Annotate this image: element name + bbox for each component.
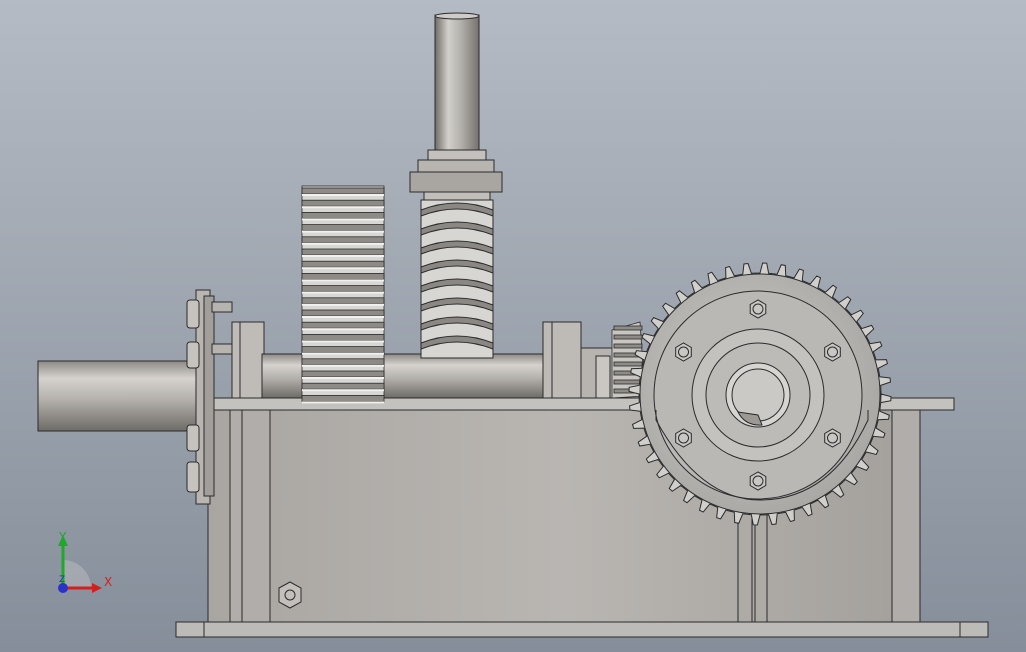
gear-tooth-highlight (302, 352, 384, 355)
gear-tooth (301, 358, 385, 366)
gear-tooth-highlight (302, 364, 384, 367)
gear-tooth (301, 321, 385, 329)
pinion-tooth (613, 325, 643, 331)
gear-tooth-highlight (302, 230, 384, 233)
gear-tooth (301, 285, 385, 293)
gear-tooth (301, 236, 385, 244)
x-axis-label: X (104, 575, 112, 589)
gear-tooth (301, 370, 385, 378)
gear-tooth-highlight (302, 328, 384, 331)
gear-tooth (301, 260, 385, 268)
pinion-tooth (613, 334, 643, 340)
gear-tooth (301, 309, 385, 317)
3d-model-viewport[interactable]: Y X Z (0, 0, 1026, 652)
gear-tooth-highlight (302, 340, 384, 343)
gear-tooth-highlight (302, 401, 384, 404)
y-axis-label: Y (58, 530, 67, 544)
z-axis-label: Z (59, 575, 65, 585)
gear-tooth-highlight (302, 279, 384, 282)
gear-tooth-highlight (302, 194, 384, 196)
gear-tooth (301, 272, 385, 280)
gear-tooth-highlight (302, 206, 384, 209)
spur-gear (301, 185, 385, 404)
gear-tooth (301, 199, 385, 207)
gear-tooth (301, 333, 385, 341)
x-axis-head (92, 583, 102, 593)
gear-tooth-highlight (302, 316, 384, 318)
triad-base-icon (63, 560, 91, 588)
gear-tooth (301, 346, 385, 354)
gear-tooth-highlight (302, 255, 384, 257)
pinion-tooth (613, 343, 643, 349)
gearbox-assembly-model[interactable] (0, 0, 1026, 652)
gear-tooth-highlight (302, 242, 384, 245)
gear-tooth-highlight (302, 291, 384, 294)
drain-plug (278, 581, 302, 609)
gear-tooth (301, 187, 385, 195)
base-plate (175, 621, 989, 638)
coordinate-triad: Y X Z (58, 530, 112, 593)
gear-tooth-highlight (302, 218, 384, 221)
gear-tooth (301, 382, 385, 390)
pinion-tooth (613, 379, 643, 385)
gear-tooth-highlight (302, 303, 384, 306)
gear-tooth (301, 394, 385, 402)
gear-tooth (301, 297, 385, 305)
gear-tooth-highlight (302, 389, 384, 392)
gear-tooth (301, 224, 385, 232)
pinion-tooth (613, 361, 643, 367)
gear-tooth (301, 248, 385, 256)
gear-tooth-highlight (302, 377, 384, 379)
gear-tooth-highlight (302, 267, 384, 270)
gear-tooth (301, 211, 385, 219)
